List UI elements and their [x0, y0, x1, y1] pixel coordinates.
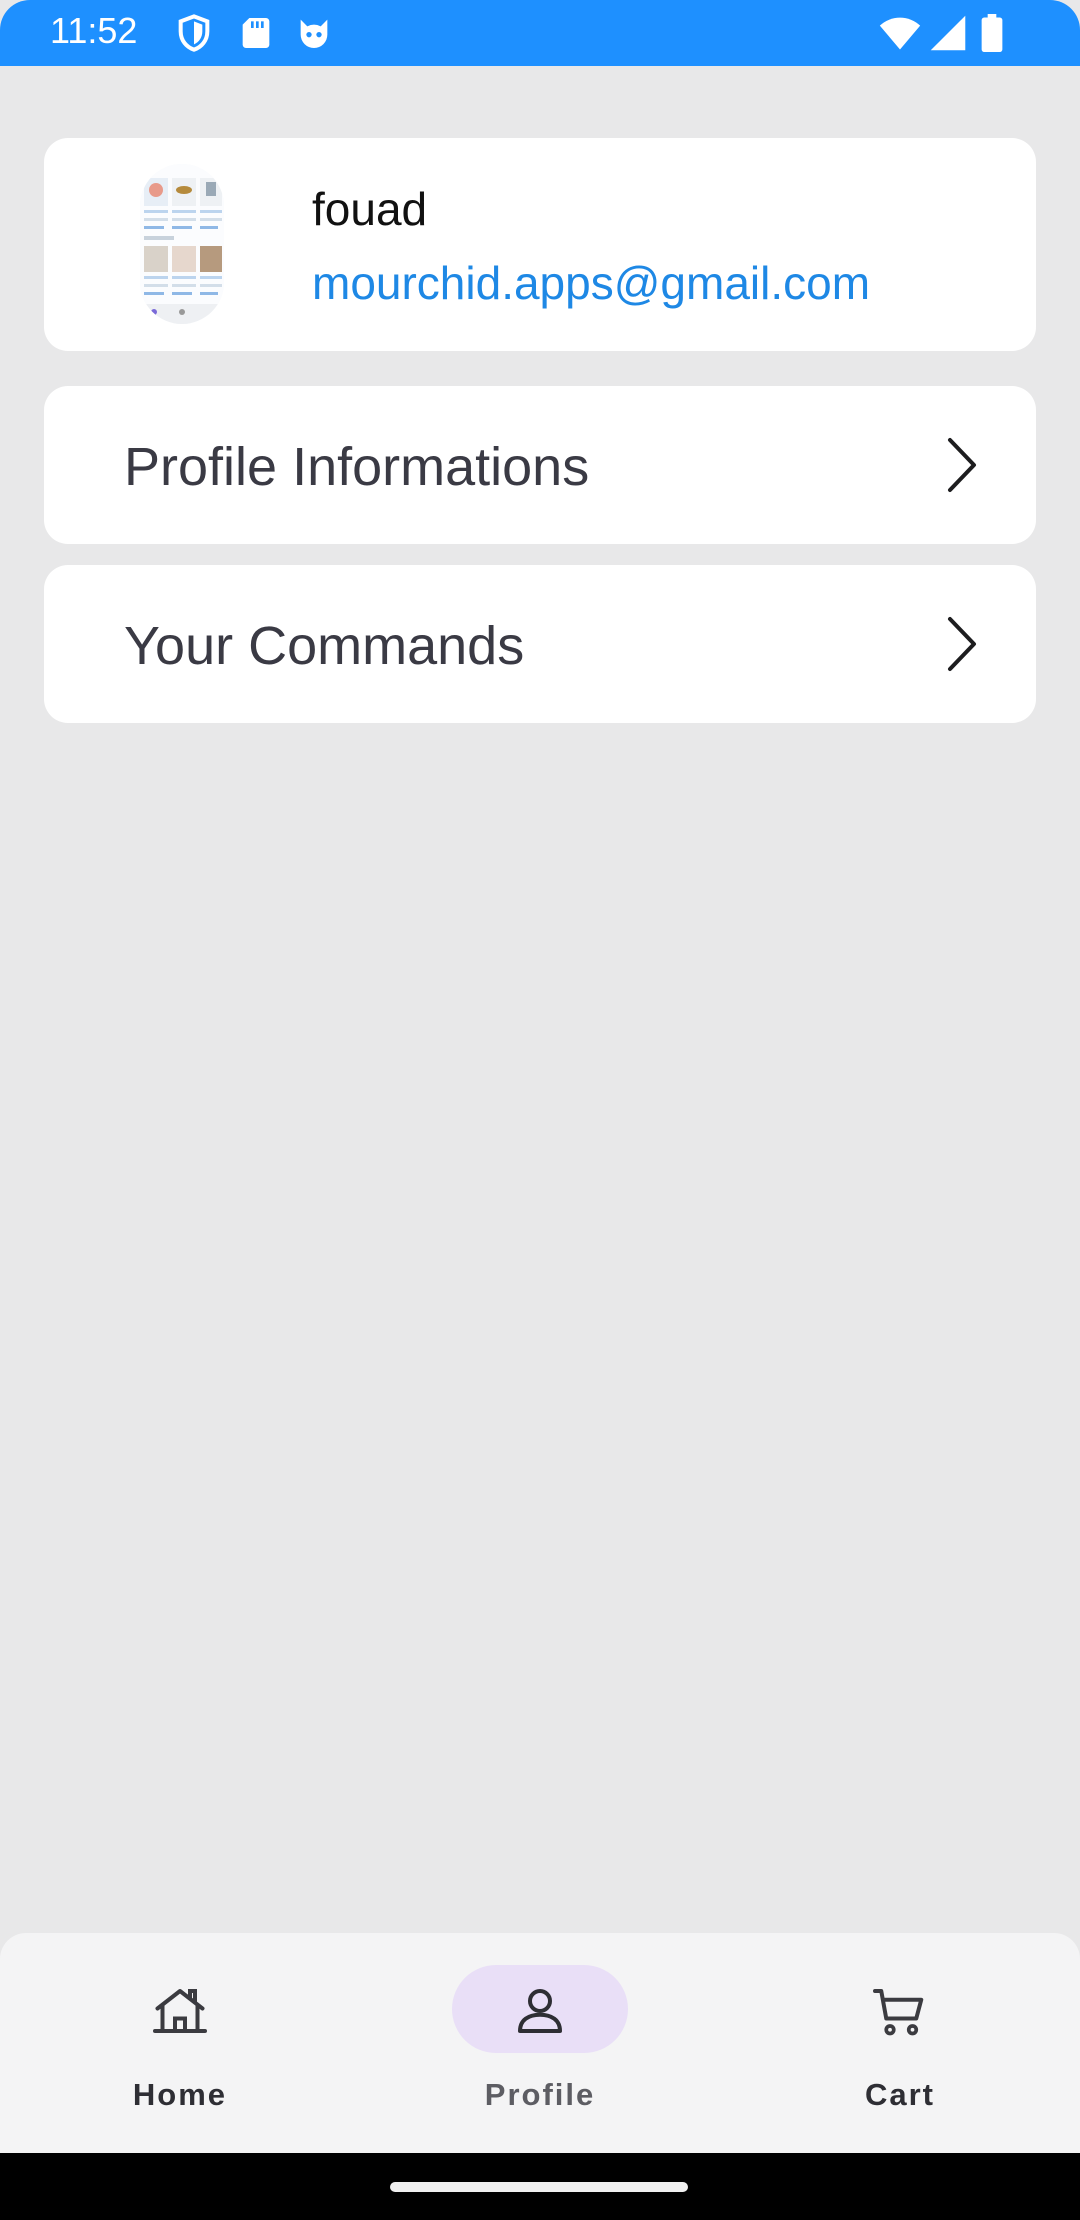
menu-item-label: Profile Informations — [124, 437, 590, 497]
person-icon — [518, 1989, 562, 2033]
cart-icon — [873, 1989, 924, 2036]
user-name: fouad — [312, 183, 428, 235]
menu-item-label: Your Commands — [124, 616, 525, 676]
user-email: mourchid.apps@gmail.com — [312, 257, 871, 309]
nav-label-profile: Profile — [484, 2077, 596, 2112]
home-gesture-handle[interactable] — [390, 2182, 688, 2192]
menu-item-profile-informations[interactable]: Profile Informations — [44, 386, 1036, 544]
cellular-signal-icon — [930, 15, 966, 51]
bottom-navigation: Home Profile Cart — [0, 1933, 1080, 2153]
battery-icon — [981, 14, 1003, 52]
chevron-right-icon — [948, 438, 976, 492]
chevron-right-icon — [948, 617, 976, 671]
nav-label-cart: Cart — [864, 2077, 935, 2112]
nav-item-home[interactable]: Home — [0, 1933, 360, 2153]
cat-face-icon — [300, 19, 328, 48]
nav-label-home: Home — [132, 2077, 228, 2112]
system-gesture-bar — [0, 2153, 1080, 2220]
shield-icon — [178, 14, 210, 52]
home-icon — [153, 1989, 207, 2033]
wifi-icon — [879, 17, 921, 50]
status-bar: 11:52 — [0, 0, 1080, 66]
menu-item-your-commands[interactable]: Your Commands — [44, 565, 1036, 723]
nav-item-cart[interactable]: Cart — [720, 1933, 1080, 2153]
sd-card-icon — [242, 18, 270, 48]
avatar-image — [140, 164, 224, 324]
avatar — [140, 164, 224, 324]
profile-card[interactable]: fouad mourchid.apps@gmail.com — [44, 138, 1036, 351]
nav-item-profile[interactable]: Profile — [360, 1933, 720, 2153]
status-time: 11:52 — [50, 10, 138, 51]
